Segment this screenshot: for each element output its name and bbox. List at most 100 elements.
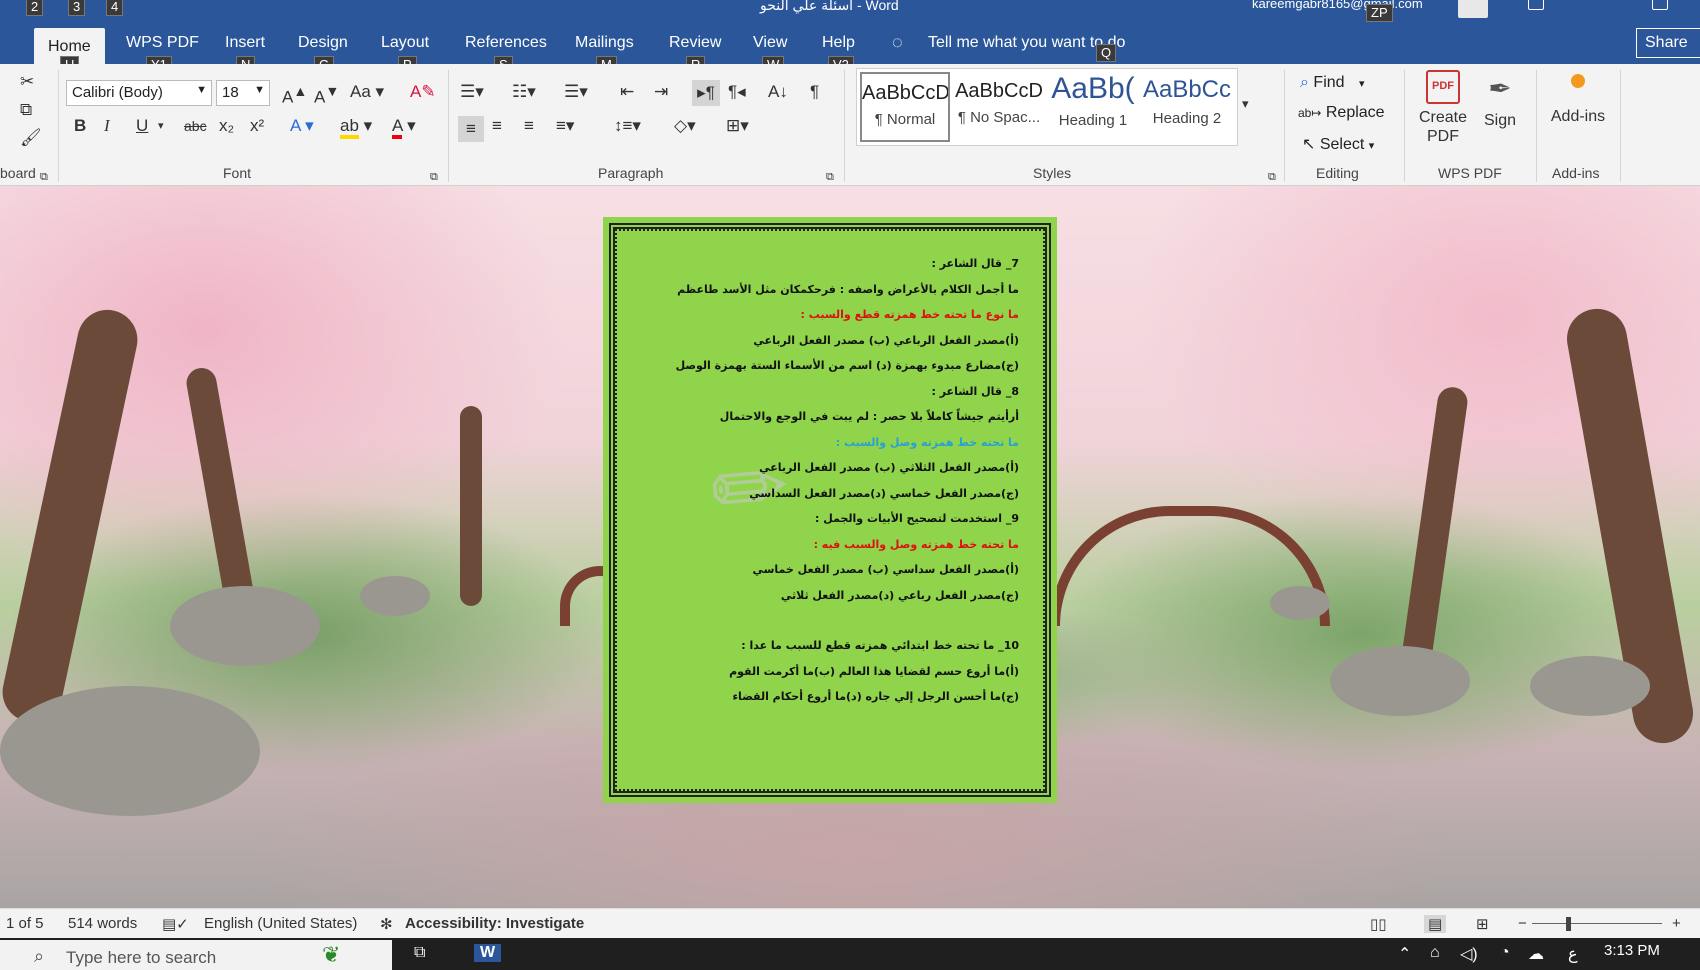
numbering-icon[interactable]: ☷▾	[512, 82, 536, 102]
clear-formatting-icon[interactable]: A✎	[410, 82, 436, 102]
select-button[interactable]: ↖ Select ▾	[1302, 134, 1374, 154]
find-button[interactable]: ⌕ Find ▾	[1300, 74, 1365, 92]
superscript-button[interactable]: x²	[250, 116, 264, 136]
highlight-icon[interactable]: ab ▾	[340, 116, 372, 139]
borders-icon[interactable]: ⊞▾	[726, 116, 749, 136]
add-ins-icon	[1571, 74, 1585, 88]
tab-help[interactable]: Help	[822, 34, 855, 52]
copy-icon[interactable]: ⧉	[20, 100, 32, 120]
align-right-icon[interactable]: ≡	[524, 116, 534, 136]
create-pdf-button[interactable]: PDF Create PDF	[1418, 70, 1468, 146]
grow-font-icon[interactable]: A▲	[282, 82, 307, 108]
rtl-direction-icon[interactable]: ▸¶	[692, 80, 720, 106]
taskbar-search[interactable]: ⌕ Type here to search ❦	[0, 940, 392, 970]
zoom-slider[interactable]	[1532, 923, 1662, 924]
shrink-font-icon[interactable]: A▼	[314, 82, 339, 108]
tab-wps-pdf[interactable]: WPS PDF	[126, 34, 199, 52]
language-icon[interactable]: ع	[1568, 944, 1578, 964]
align-left-icon[interactable]: ≡	[458, 116, 484, 142]
restore-icon[interactable]	[1528, 0, 1544, 10]
italic-button[interactable]: I	[104, 116, 110, 136]
multilevel-list-icon[interactable]: ☰▾	[564, 82, 588, 102]
align-center-icon[interactable]: ≡	[492, 116, 502, 136]
maximize-icon[interactable]	[1652, 0, 1668, 10]
font-size-select[interactable]: 18 ▼	[216, 80, 270, 106]
styles-more-icon[interactable]: ▾	[1242, 94, 1249, 114]
page-count[interactable]: 1 of 5	[6, 915, 44, 932]
tab-layout[interactable]: Layout	[381, 34, 429, 52]
style-normal[interactable]: AaBbCcD ¶ Normal	[860, 72, 950, 142]
justify-icon[interactable]: ≡▾	[556, 116, 574, 136]
line-spacing-icon[interactable]: ↕≡▾	[614, 116, 641, 136]
document-page[interactable]: ✎ 7_ قال الشاعر : ما أجمل الكلام بالأعرا…	[603, 217, 1057, 803]
increase-indent-icon[interactable]: ⇥	[654, 82, 668, 102]
wifi-icon[interactable]: ◔	[1500, 944, 1510, 962]
format-painter-icon[interactable]: 🖌	[20, 128, 42, 148]
print-layout-icon[interactable]: ▤	[1424, 915, 1447, 933]
font-color-icon[interactable]: A ▾	[392, 116, 416, 139]
text-effects-icon[interactable]: A ▾	[290, 116, 314, 136]
font-size-value: 18	[222, 84, 239, 101]
sort-icon[interactable]: A↓	[768, 82, 788, 102]
change-case-button[interactable]: Aa ▾	[350, 82, 384, 102]
style-heading-1[interactable]: AaBb( Heading 1	[1048, 72, 1138, 142]
zoom-out-icon[interactable]: −	[1518, 915, 1527, 932]
separator	[1620, 70, 1621, 182]
dialog-launcher-icon[interactable]: ⧉	[430, 167, 438, 187]
status-bar: 1 of 5 514 words ▤✓ English (United Stat…	[0, 908, 1700, 938]
network-icon[interactable]: ⌂	[1430, 944, 1440, 962]
tab-insert[interactable]: Insert	[225, 34, 265, 52]
style-preview: AaBbCcD	[955, 80, 1043, 102]
proofing-icon[interactable]: ▤✓	[162, 915, 189, 933]
web-layout-icon[interactable]: ⊞	[1476, 915, 1489, 933]
style-name: Heading 1	[1058, 112, 1128, 129]
read-mode-icon[interactable]: ▯▯	[1370, 915, 1387, 933]
tab-design[interactable]: Design	[298, 34, 348, 52]
cloud-icon[interactable]: ☁	[1528, 944, 1544, 964]
style-heading-2[interactable]: AaBbCc Heading 2	[1142, 72, 1232, 142]
zoom-slider-thumb[interactable]	[1566, 917, 1571, 931]
avatar[interactable]	[1458, 0, 1488, 18]
strikethrough-button[interactable]: abc	[184, 116, 207, 136]
styles-group-label: Styles	[1033, 165, 1072, 181]
account-email[interactable]: kareemgabr8165@gmail.com	[1252, 0, 1423, 11]
sign-button[interactable]: ✒ Sign	[1480, 70, 1520, 130]
task-view-icon[interactable]: ⧉	[414, 944, 425, 962]
cut-icon[interactable]: ✂	[20, 72, 34, 92]
decrease-indent-icon[interactable]: ⇤	[620, 82, 634, 102]
keytip: 4	[106, 0, 124, 16]
document-body[interactable]: 7_ قال الشاعر : ما أجمل الكلام بالأعراض …	[631, 251, 1019, 710]
bullets-icon[interactable]: ☰▾	[460, 82, 484, 102]
replace-button[interactable]: ab↦ Replace	[1298, 104, 1385, 122]
show-marks-icon[interactable]: ¶	[810, 82, 819, 102]
tab-review[interactable]: Review	[669, 34, 721, 52]
underline-button[interactable]: U	[136, 116, 148, 136]
word-count[interactable]: 514 words	[68, 915, 137, 932]
zoom-in-icon[interactable]: +	[1672, 915, 1681, 932]
taskbar: ⌕ Type here to search ❦ ⧉ W ⌃ ⌂ ◁) ◔ ☁ ع…	[0, 938, 1700, 970]
share-button[interactable]: Share	[1636, 28, 1700, 58]
dialog-launcher-icon[interactable]: ⧉	[826, 167, 834, 187]
taskbar-clock[interactable]: 3:13 PM	[1604, 942, 1660, 959]
doc-line: أرأيتم جيشاً كاملاً بلا حصر : لم يبت في …	[719, 410, 1019, 423]
shading-icon[interactable]: ◇▾	[674, 116, 696, 136]
doc-blank-line	[631, 608, 1019, 633]
style-no-spacing[interactable]: AaBbCcD ¶ No Spac...	[954, 72, 1044, 142]
language-status[interactable]: English (United States)	[204, 915, 357, 932]
doc-line: 7_ قال الشاعر :	[931, 257, 1019, 270]
chevron-up-icon[interactable]: ⌃	[1398, 944, 1411, 964]
add-ins-button[interactable]: Add-ins	[1548, 74, 1608, 126]
font-name-select[interactable]: Calibri (Body) ▼	[66, 80, 212, 106]
tab-mailings[interactable]: Mailings	[575, 34, 634, 52]
tab-view[interactable]: View	[753, 34, 787, 52]
ltr-direction-icon[interactable]: ¶◂	[728, 82, 746, 102]
volume-icon[interactable]: ◁)	[1460, 944, 1478, 964]
word-app-icon[interactable]: W	[474, 944, 502, 962]
chevron-down-icon[interactable]: ▾	[158, 116, 164, 136]
dialog-launcher-icon[interactable]: ⧉	[1268, 167, 1276, 187]
dialog-launcher-icon[interactable]: ⧉	[40, 167, 48, 187]
accessibility-status[interactable]: Accessibility: Investigate	[405, 915, 584, 932]
bold-button[interactable]: B	[74, 116, 86, 136]
subscript-button[interactable]: x₂	[219, 116, 234, 136]
tab-references[interactable]: References	[465, 34, 547, 52]
